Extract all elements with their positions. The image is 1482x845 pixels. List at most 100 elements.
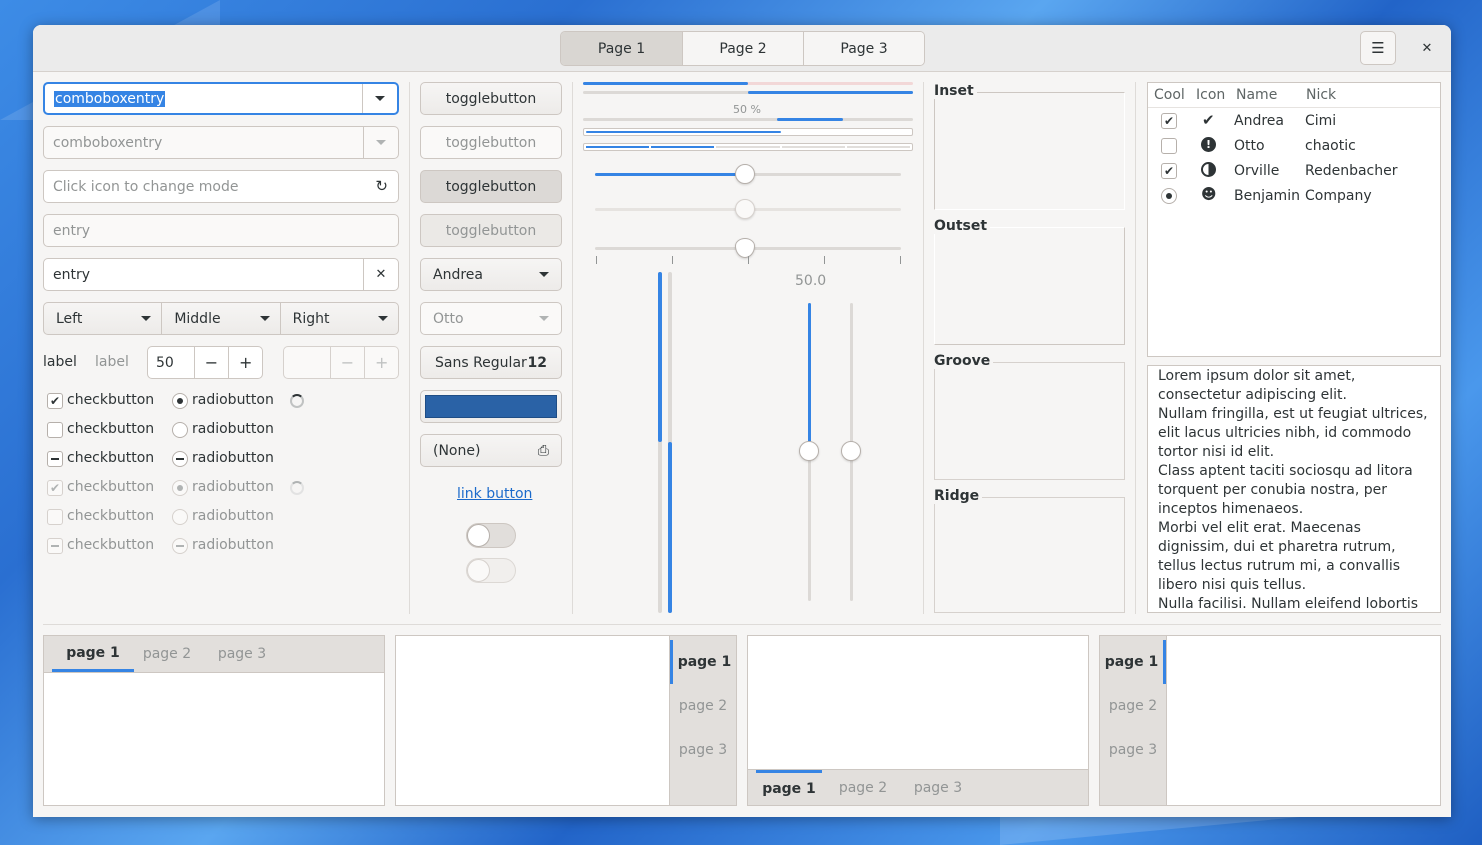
hscale[interactable] — [595, 164, 901, 184]
checkbutton-mixed-disabled — [47, 538, 63, 554]
notebook-tab[interactable]: page 3 — [670, 728, 736, 772]
notebook-right-tabs: page 1 page 2 page 3 — [395, 635, 737, 806]
togglebutton-active-disabled: togglebutton — [420, 214, 562, 247]
combobox-dropdown-button — [363, 127, 398, 158]
vscale-knob[interactable] — [841, 441, 861, 461]
color-button[interactable] — [420, 390, 562, 423]
notebook-tab[interactable]: page 3 — [200, 636, 284, 672]
radiobutton-label: radiobutton — [192, 508, 274, 524]
notebook-left-tabs: page 1 page 2 page 3 — [1099, 635, 1441, 806]
combo-otto: Otto — [420, 302, 562, 335]
tree-checkbox-checked[interactable]: ✔ — [1161, 113, 1177, 129]
combo-right[interactable]: Right — [279, 303, 398, 334]
radiobutton-selected[interactable] — [172, 393, 188, 409]
combo-andrea-label: Andrea — [433, 266, 483, 283]
column-nick[interactable]: Nick — [1306, 87, 1336, 103]
radiobutton-unselected[interactable] — [172, 422, 188, 438]
radiobutton-label: radiobutton — [192, 450, 274, 466]
tree-row[interactable]: ✔ ✔ Andrea Cimi — [1148, 110, 1438, 135]
vscale[interactable] — [799, 303, 819, 601]
tab-page-2[interactable]: Page 2 — [682, 32, 803, 65]
togglebutton[interactable]: togglebutton — [420, 82, 562, 115]
checkbutton-mixed[interactable] — [47, 451, 63, 467]
font-button[interactable]: Sans Regular 12 — [420, 346, 562, 379]
combobox-dropdown-button[interactable] — [362, 84, 397, 113]
combo-andrea[interactable]: Andrea — [420, 258, 562, 291]
notebook-tab[interactable]: page 1 — [756, 770, 822, 805]
tree-checkbox-checked[interactable]: ✔ — [1161, 163, 1177, 179]
switch-knob — [467, 524, 490, 547]
tree-row[interactable]: ☻ Benjamin Company — [1148, 185, 1438, 210]
notebook-tab[interactable]: page 2 — [822, 770, 904, 805]
checkbutton-label: checkbutton — [67, 508, 155, 524]
vscale[interactable] — [841, 303, 861, 601]
tab-page-3[interactable]: Page 3 — [803, 32, 924, 65]
vscale-knob[interactable] — [799, 441, 819, 461]
tree-view[interactable]: Cool Icon Name Nick ✔ ✔ Andrea Cimi ! Ot… — [1147, 82, 1441, 357]
combobox-entry-disabled: comboboxentry — [43, 126, 399, 159]
notebook-tab[interactable]: page 3 — [904, 770, 972, 805]
level-segment — [781, 146, 845, 148]
vscale-value: 50.0 — [795, 273, 827, 289]
scale-mark — [596, 256, 597, 264]
checkbutton-label: checkbutton — [67, 479, 155, 495]
tree-cell-name: Andrea — [1234, 113, 1284, 129]
entry-with-clear[interactable]: entry ✕ — [43, 258, 399, 291]
column-name[interactable]: Name — [1236, 87, 1277, 103]
notebook-tab[interactable]: page 2 — [670, 684, 736, 728]
hscale-knob[interactable] — [735, 164, 755, 184]
clear-button[interactable]: ✕ — [363, 259, 398, 290]
checkbutton-unchecked[interactable] — [47, 422, 63, 438]
frame-title: Groove — [934, 353, 994, 369]
progress-fill — [777, 118, 843, 121]
tab-page-1[interactable]: Page 1 — [561, 32, 682, 65]
notebook-tab[interactable]: page 2 — [1100, 684, 1166, 728]
combo-middle[interactable]: Middle — [161, 303, 279, 334]
chevron-down-icon — [377, 316, 388, 321]
notebook-tab[interactable]: page 1 — [1100, 640, 1166, 684]
entry-placeholder: entry — [53, 222, 91, 239]
file-chooser-label: (None) — [433, 442, 481, 459]
plus-icon[interactable]: + — [228, 347, 262, 378]
combo-left-label: Left — [56, 310, 83, 327]
combobox-entry-focused[interactable]: comboboxentry — [43, 82, 399, 115]
notebook-tab[interactable]: page 1 — [52, 636, 134, 672]
radiobutton-mixed[interactable] — [172, 451, 188, 467]
hscale-knob[interactable] — [735, 238, 755, 258]
switch-off[interactable] — [466, 523, 516, 548]
radiobutton-label: radiobutton — [192, 421, 274, 437]
combo-left[interactable]: Left — [44, 303, 161, 334]
separator — [43, 624, 1441, 625]
font-size: 12 — [527, 354, 547, 371]
notebook-tab[interactable]: page 2 — [134, 636, 200, 672]
togglebutton-active[interactable]: togglebutton — [420, 170, 562, 203]
notebook-tab[interactable]: page 1 — [670, 640, 736, 684]
chevron-down-icon — [539, 316, 549, 321]
frame-ridge: Ridge — [934, 488, 1125, 613]
column-cool[interactable]: Cool — [1154, 87, 1185, 103]
text-view[interactable]: Lorem ipsum dolor sit amet, consectetur … — [1147, 365, 1441, 613]
spin-button[interactable]: 50 − + — [147, 346, 263, 379]
mode-entry[interactable]: Click icon to change mode ↻ — [43, 170, 399, 203]
menu-button[interactable]: ☰ — [1360, 31, 1396, 65]
file-chooser-button[interactable]: (None) ⎙ — [420, 434, 562, 467]
checkbutton-checked[interactable]: ✔ — [47, 393, 63, 409]
radiobutton-label: radiobutton — [192, 479, 274, 495]
column-icon[interactable]: Icon — [1196, 87, 1225, 103]
refresh-icon[interactable]: ↻ — [375, 177, 388, 195]
progress-fill — [748, 91, 913, 94]
minus-icon[interactable]: − — [193, 347, 229, 378]
header-bar: Page 1 Page 2 Page 3 ☰ ✕ — [33, 25, 1451, 72]
tree-cell-nick: chaotic — [1305, 138, 1356, 154]
font-name: Sans Regular — [435, 354, 527, 371]
close-button[interactable]: ✕ — [1409, 31, 1445, 65]
tree-row[interactable]: ! Otto chaotic — [1148, 135, 1438, 160]
tree-checkbox-unchecked[interactable] — [1161, 138, 1177, 154]
scale-mark — [900, 256, 901, 264]
hscale-marked[interactable] — [595, 238, 901, 258]
tree-radio[interactable] — [1161, 188, 1177, 204]
tree-row[interactable]: ✔ Orville Redenbacher — [1148, 160, 1438, 185]
link-button[interactable]: link button — [457, 486, 532, 502]
spin-value: 50 — [156, 354, 174, 371]
notebook-tab[interactable]: page 3 — [1100, 728, 1166, 772]
